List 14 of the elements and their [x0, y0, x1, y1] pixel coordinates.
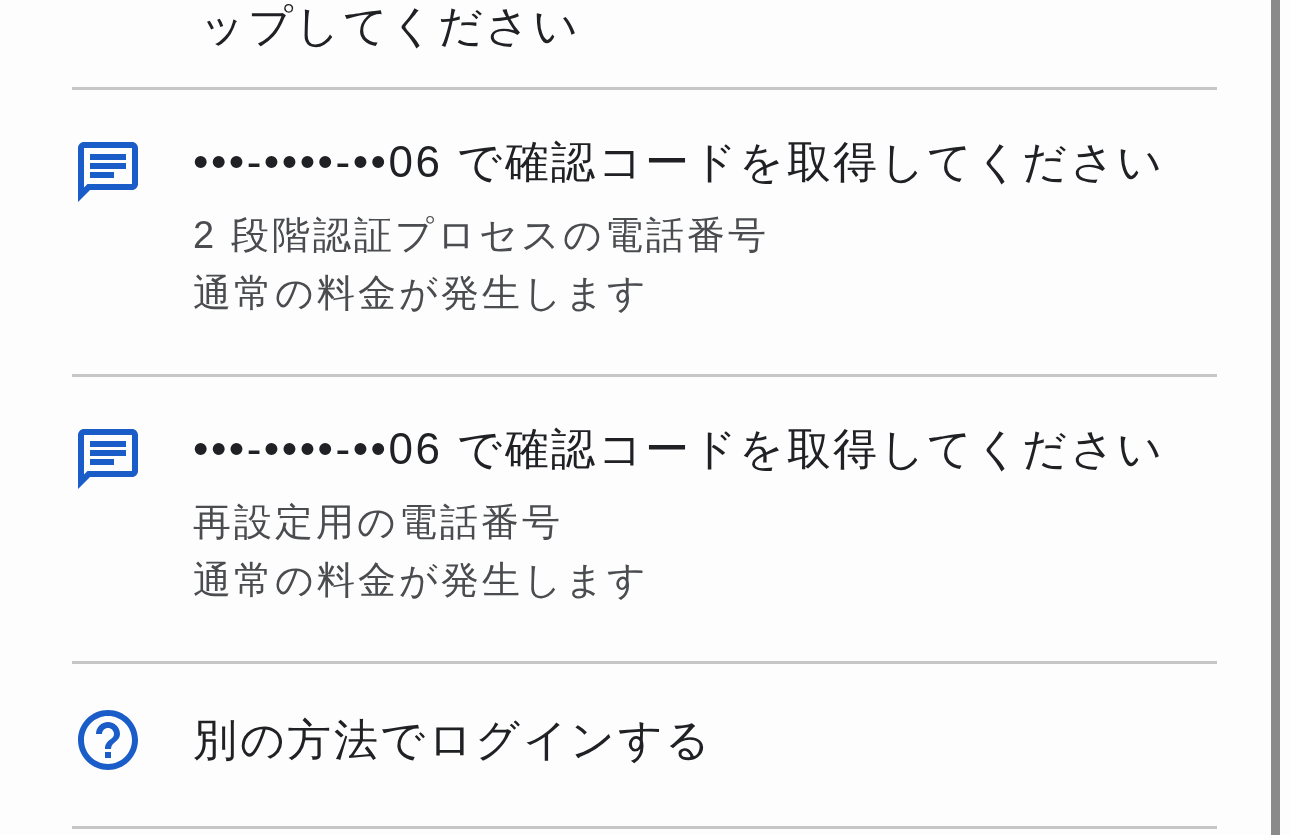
option-detail: 通常の料金が発生します	[193, 558, 650, 603]
message-icon	[78, 429, 138, 489]
sign-in-option[interactable]: 別の方法でログインする	[72, 661, 1217, 826]
instruction-text: ップしてください	[200, 0, 580, 52]
help-icon	[78, 710, 138, 770]
option-title: •••-••••-••06 で確認コードを取得してください	[193, 423, 1165, 475]
option-detail: 再設定用の電話番号	[193, 500, 564, 545]
sign-in-option[interactable]: •••-••••-••06 で確認コードを取得してください 再設定用の電話番号 通常の料金が発生します	[72, 374, 1217, 661]
option-title: •••-••••-••06 で確認コードを取得してください	[193, 136, 1165, 188]
option-detail: 2 段階認証プロセスの電話番号	[193, 213, 770, 258]
option-detail: 通常の料金が発生します	[193, 271, 650, 316]
sign-in-option[interactable]: •••-••••-••06 で確認コードを取得してください 2 段階認証プロセスの電話番号 通常の料金が発生します	[72, 87, 1217, 374]
option-title: 別の方法でログインする	[193, 714, 713, 766]
message-icon	[78, 142, 138, 202]
